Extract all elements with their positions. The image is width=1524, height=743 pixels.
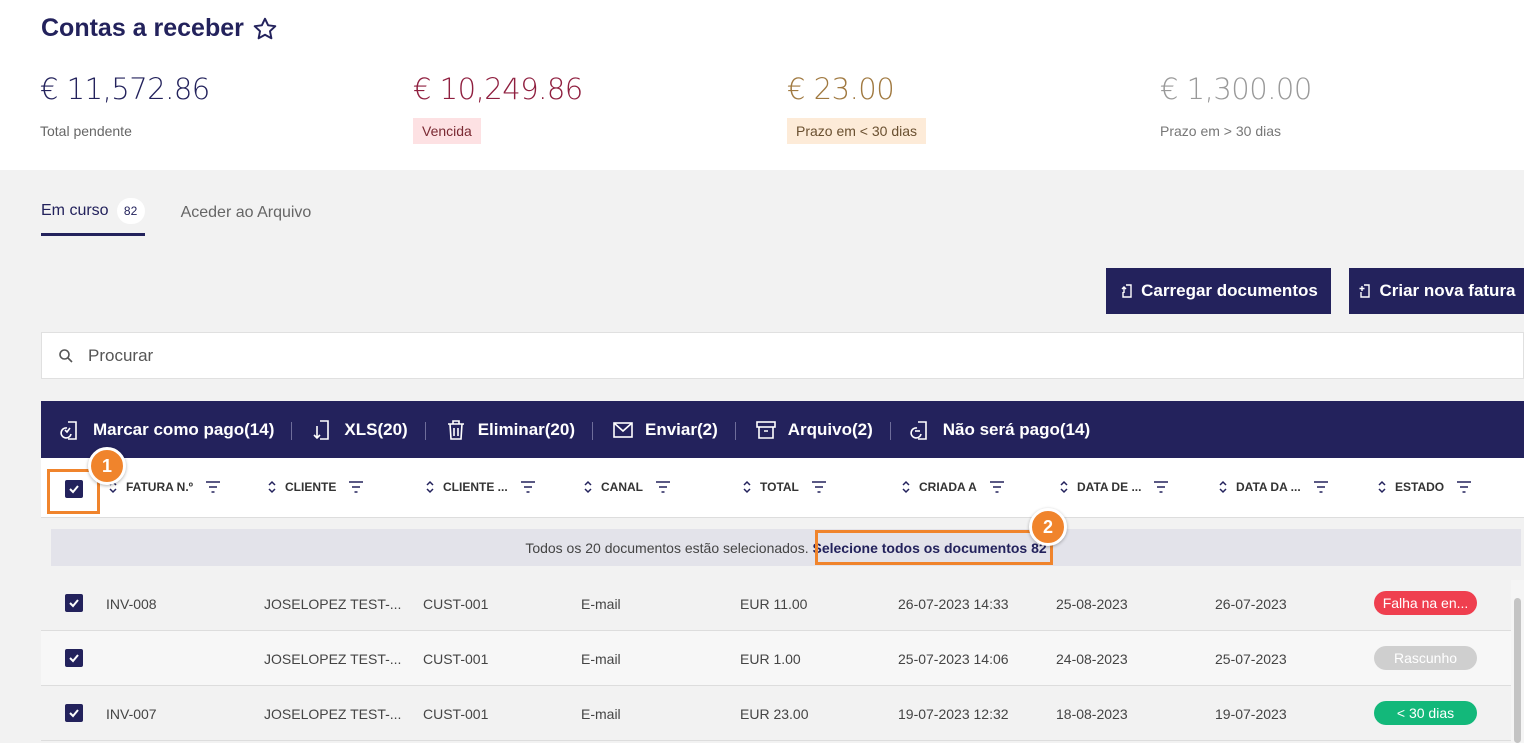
tab-count-badge: 82 — [116, 198, 145, 224]
step-marker-1: 1 — [88, 447, 126, 485]
mark-paid-button[interactable]: Marcar como pago(14) — [59, 418, 293, 442]
cell-client: JOSELOPEZ TEST-... — [264, 705, 402, 722]
cell-created: 26-07-2023 14:33 — [898, 595, 1009, 612]
sort-icon — [268, 480, 276, 494]
search-icon — [59, 348, 73, 363]
row-checkbox[interactable] — [65, 704, 83, 722]
tab-bar: Em curso 82 Aceder ao Arquivo — [41, 198, 311, 236]
send-button[interactable]: Enviar(2) — [611, 418, 736, 442]
page-title: Contas a receber — [41, 14, 278, 43]
search-bar — [41, 332, 1524, 379]
mail-icon — [613, 421, 633, 438]
not-paid-button[interactable]: Não será pago(14) — [909, 418, 1108, 442]
highlight-box-select-all-link — [815, 530, 1053, 565]
summary-panel: Contas a receber € 11,572.86 Total pende… — [0, 0, 1524, 170]
delete-button[interactable]: Eliminar(20) — [444, 418, 594, 442]
cell-total: EUR 1.00 — [740, 650, 801, 667]
column-header-date[interactable]: DATA DA ... — [1218, 480, 1329, 494]
scrollbar[interactable] — [1511, 580, 1524, 743]
filter-icon[interactable] — [1313, 481, 1329, 493]
step-marker-2: 2 — [1029, 508, 1067, 546]
column-header-channel[interactable]: CANAL — [583, 480, 671, 494]
column-header-client-id[interactable]: CLIENTE ... — [425, 480, 536, 494]
filter-icon[interactable] — [1153, 481, 1169, 493]
tab-in-progress[interactable]: Em curso 82 — [41, 198, 145, 236]
column-header-created[interactable]: CRIADA A — [901, 480, 1005, 494]
table-row[interactable]: INV-008 JOSELOPEZ TEST-... CUST-001 E-ma… — [41, 576, 1511, 631]
kpi-overdue[interactable]: € 10,249.86 Vencida — [413, 72, 583, 144]
cell-date: 25-07-2023 — [1215, 650, 1287, 667]
cell-created: 19-07-2023 12:32 — [898, 705, 1009, 722]
sort-icon — [1378, 480, 1386, 494]
cell-date: 26-07-2023 — [1215, 595, 1287, 612]
cell-date: 19-07-2023 — [1215, 705, 1287, 722]
row-checkbox[interactable] — [65, 594, 83, 612]
filter-icon[interactable] — [520, 481, 536, 493]
column-header-due-date[interactable]: DATA DE ... — [1059, 480, 1169, 494]
status-badge: Falha na en... — [1374, 591, 1477, 615]
column-header-invoice[interactable]: FATURA N.º — [108, 480, 221, 494]
trash-icon — [447, 419, 464, 440]
sort-icon — [426, 480, 434, 494]
sort-icon — [1219, 480, 1227, 494]
cell-client: JOSELOPEZ TEST-... — [264, 595, 402, 612]
filter-icon[interactable] — [348, 481, 364, 493]
star-icon[interactable] — [252, 16, 278, 42]
status-badge: Rascunho — [1374, 646, 1477, 670]
filter-icon[interactable] — [989, 481, 1005, 493]
cell-channel: E-mail — [581, 650, 621, 667]
tab-archive[interactable]: Aceder ao Arquivo — [181, 198, 312, 236]
cell-due-date: 24-08-2023 — [1056, 650, 1128, 667]
kpi-total-pending: € 11,572.86 Total pendente — [40, 72, 210, 139]
cell-invoice: INV-008 — [106, 595, 157, 612]
export-xls-button[interactable]: XLS(20) — [310, 418, 426, 442]
cell-channel: E-mail — [581, 595, 621, 612]
table-header: FATURA N.º CLIENTE CLIENTE ... CANAL TOT… — [41, 458, 1524, 518]
filter-icon[interactable] — [655, 481, 671, 493]
cell-client: JOSELOPEZ TEST-... — [264, 650, 402, 667]
cell-channel: E-mail — [581, 705, 621, 722]
table-row[interactable]: JOSELOPEZ TEST-... CUST-001 E-mail EUR 1… — [41, 631, 1511, 686]
cell-total: EUR 11.00 — [740, 595, 808, 612]
cell-due-date: 25-08-2023 — [1056, 595, 1128, 612]
status-badge: < 30 dias — [1374, 701, 1477, 725]
column-header-status[interactable]: ESTADO — [1377, 480, 1472, 494]
archive-button[interactable]: Arquivo(2) — [754, 418, 891, 442]
cell-due-date: 18-08-2023 — [1056, 705, 1128, 722]
cell-invoice: INV-007 — [106, 705, 157, 722]
selection-banner: Todos os 20 documentos estão selecionado… — [51, 529, 1521, 566]
upload-documents-button[interactable]: Carregar documentos — [1106, 268, 1331, 314]
cell-client-id: CUST-001 — [423, 650, 489, 667]
sort-icon — [743, 480, 751, 494]
upload-doc-icon — [1121, 284, 1132, 298]
bulk-action-bar: Marcar como pago(14) XLS(20) Eliminar(20… — [41, 401, 1524, 458]
cell-client-id: CUST-001 — [423, 705, 489, 722]
create-invoice-button[interactable]: Criar nova fatura — [1349, 268, 1524, 314]
check-icon — [69, 599, 79, 608]
mark-paid-icon — [60, 420, 77, 440]
check-icon — [69, 709, 79, 718]
download-icon — [313, 419, 330, 440]
table-row[interactable]: INV-007 JOSELOPEZ TEST-... CUST-001 E-ma… — [41, 686, 1511, 741]
sort-icon — [902, 480, 910, 494]
sort-icon — [584, 480, 592, 494]
column-header-total[interactable]: TOTAL — [742, 480, 827, 494]
filter-icon[interactable] — [205, 481, 221, 493]
cell-total: EUR 23.00 — [740, 705, 809, 722]
kpi-due-under-30[interactable]: € 23.00 Prazo em < 30 dias — [787, 72, 927, 144]
column-header-client[interactable]: CLIENTE — [267, 480, 364, 494]
filter-icon[interactable] — [811, 481, 827, 493]
row-checkbox[interactable] — [65, 649, 83, 667]
new-doc-icon — [1359, 284, 1371, 298]
sort-icon — [1060, 480, 1068, 494]
filter-icon[interactable] — [1456, 481, 1472, 493]
scrollbar-thumb[interactable] — [1514, 598, 1521, 743]
cell-created: 25-07-2023 14:06 — [898, 650, 1009, 667]
search-input[interactable] — [88, 345, 488, 366]
kpi-due-over-30[interactable]: € 1,300.00 Prazo em > 30 dias — [1160, 72, 1312, 144]
archive-icon — [755, 420, 776, 439]
cell-client-id: CUST-001 — [423, 595, 489, 612]
not-paid-icon — [910, 420, 927, 440]
check-icon — [69, 654, 79, 663]
